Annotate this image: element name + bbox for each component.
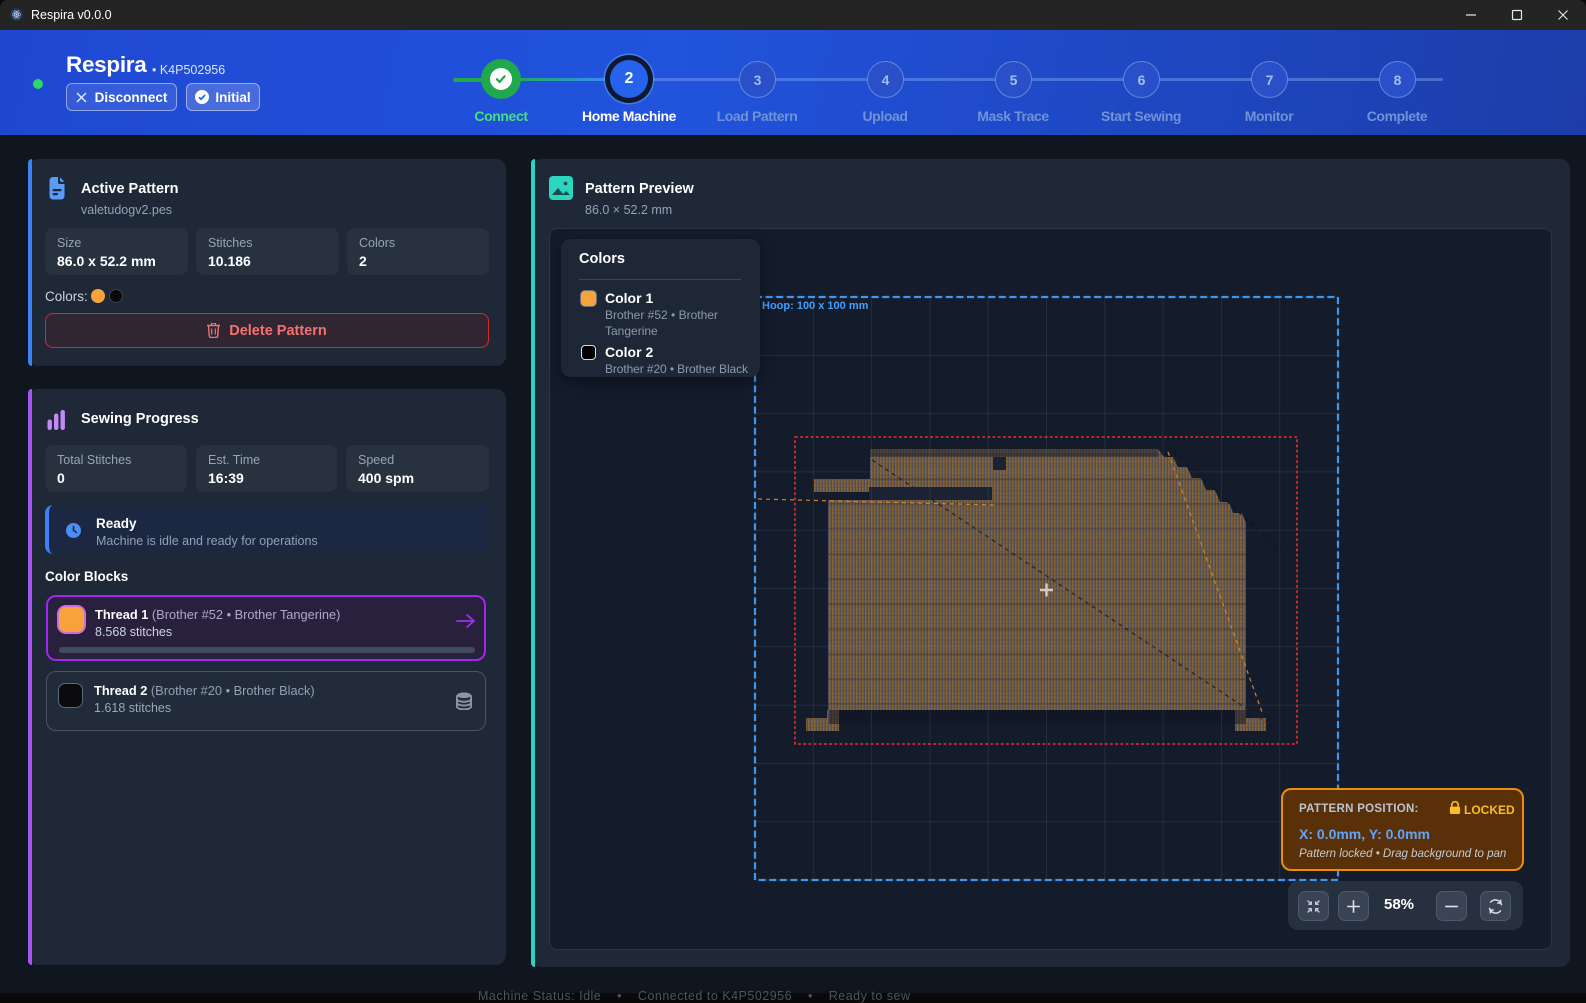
svg-text:Hoop: 100 x 100 mm: Hoop: 100 x 100 mm: [762, 300, 869, 312]
